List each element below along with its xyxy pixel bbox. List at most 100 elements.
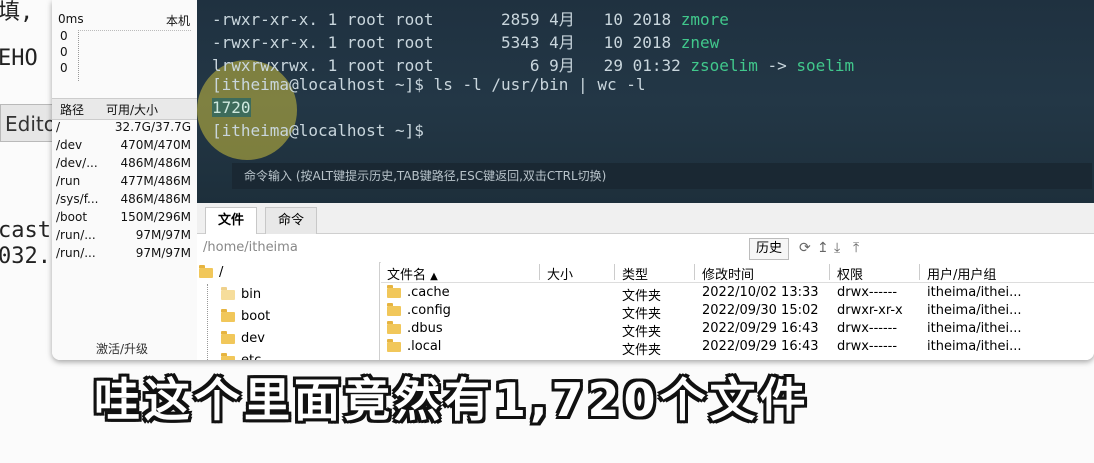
col-name[interactable]: 文件名 ▲ — [387, 264, 438, 283]
file-row[interactable]: .config 文件夹 2022/09/30 15:02 drwxr-xr-x … — [381, 302, 1094, 322]
col-divider[interactable] — [829, 264, 830, 280]
file-name: zmore — [680, 10, 729, 29]
bg-text: 填, — [0, 0, 34, 25]
terminal-prompt: [itheima@localhost ~]$ ls -l /usr/bin | … — [212, 75, 646, 94]
file-mtime: 2022/09/29 16:43 — [702, 321, 819, 336]
file-type: 文件夹 — [622, 343, 662, 358]
col-divider[interactable] — [919, 264, 920, 280]
spark-value: 0 — [60, 29, 68, 43]
bg-text: EHO — [0, 46, 38, 71]
tab-commands[interactable]: 命令 — [265, 207, 318, 234]
tree-node[interactable]: bin — [221, 286, 262, 302]
disk-row[interactable]: / 32.7G/37.7G — [52, 119, 197, 137]
host-label[interactable]: 本机 — [166, 12, 190, 29]
disk-size: 32.7G/37.7G — [114, 120, 191, 134]
file-name: znew — [680, 33, 720, 52]
path-header[interactable]: 路径 — [60, 101, 84, 118]
upload-icon[interactable]: ⤒ — [853, 240, 859, 256]
bg-text: cast — [0, 218, 51, 243]
file-name-cell: .config — [387, 302, 451, 318]
disk-size: 470M/470M — [120, 138, 191, 152]
file-mtime: 2022/09/29 16:43 — [702, 339, 819, 354]
folder-icon — [387, 284, 401, 298]
ssh-client-window: 0ms 本机 0 0 0 路径 可用/大小 /32.7G/37.7G /dev 4… — [52, 0, 1094, 360]
file-perm: drwx------ — [837, 321, 898, 336]
disk-path: /dev/... — [56, 156, 98, 170]
system-monitor-sidebar: 0ms 本机 0 0 0 路径 可用/大小 / 32.7G/37.7G /dev 4… — [52, 0, 198, 360]
file-row[interactable]: .local 文件夹 2022/09/29 16:43 drwx------ i… — [381, 338, 1094, 358]
line-text: -rwxr-xr-x. 1 root root 2859 4月 10 2018 — [212, 10, 681, 29]
bg-text: 032. — [0, 244, 51, 269]
disk-row[interactable]: /boot 150M/296M — [52, 209, 197, 227]
disk-size: 97M/97M — [135, 246, 191, 260]
disk-path: /boot — [56, 210, 88, 224]
disk-row[interactable]: /dev/... 486M/486M — [52, 155, 197, 173]
disk-path: / — [56, 120, 61, 134]
file-name: .config — [407, 303, 451, 318]
disk-path: /run/... — [56, 228, 96, 242]
folder-icon — [221, 352, 235, 360]
file-row[interactable]: .dbus 文件夹 2022/09/29 16:43 drwx------ it… — [381, 320, 1094, 340]
bottom-tabs: 文件 命令 — [197, 203, 1094, 234]
file-owner: itheima/ithei... — [927, 303, 1022, 318]
line-text: lrwxrwxrwx. 1 root root 6 9月 29 01:32 — [212, 56, 691, 75]
disk-row[interactable]: /sys/f... 486M/486M — [52, 191, 197, 209]
folder-icon — [387, 338, 401, 352]
file-perm: drwxr-xr-x — [837, 303, 903, 318]
history-button[interactable]: 历史 — [749, 238, 790, 260]
terminal-line: -rwxr-xr-x. 1 root root 2859 4月 10 2018 … — [212, 6, 729, 30]
file-list: 文件名 ▲ 大小 类型 修改时间 权限 用户/用户组 .cache 文件夹 20… — [381, 262, 1094, 360]
disk-path: /sys/f... — [56, 192, 99, 206]
tree-node-root[interactable]: / — [199, 264, 224, 280]
tree-node[interactable]: boot — [221, 308, 270, 324]
refresh-icon[interactable]: ⟳ — [799, 240, 811, 256]
editor-button[interactable]: Edito — [0, 104, 56, 142]
disk-row[interactable]: /dev 470M/470M — [52, 137, 197, 155]
file-perm: drwx------ — [837, 339, 898, 354]
terminal-pane[interactable]: -rwxr-xr-x. 1 root root 2859 4月 10 2018 … — [197, 0, 1094, 203]
tree-label: / — [219, 265, 224, 280]
disk-size: 486M/486M — [120, 192, 191, 206]
file-name: .dbus — [407, 321, 443, 336]
size-header[interactable]: 可用/大小 — [106, 101, 158, 118]
folder-icon — [221, 308, 235, 322]
tree-node[interactable]: dev — [221, 330, 265, 346]
folder-icon — [387, 320, 401, 334]
col-owner[interactable]: 用户/用户组 — [927, 264, 996, 283]
file-row[interactable]: .cache 文件夹 2022/10/02 13:33 drwx------ i… — [381, 284, 1094, 304]
download-icon[interactable]: ⤓ — [834, 240, 840, 256]
terminal-line: -rwxr-xr-x. 1 root root 5343 4月 10 2018 … — [212, 29, 719, 53]
tree-label: etc — [241, 353, 261, 360]
folder-icon — [387, 302, 401, 316]
col-perm[interactable]: 权限 — [837, 264, 863, 283]
latency-row: 0ms 本机 — [58, 12, 190, 29]
disk-path: /dev — [56, 138, 83, 152]
tree-node[interactable]: etc — [221, 352, 261, 360]
col-mtime[interactable]: 修改时间 — [702, 264, 754, 283]
disk-table-header: 路径 可用/大小 — [52, 98, 197, 120]
disk-row[interactable]: /run/... 97M/97M — [52, 227, 197, 245]
disk-row[interactable]: /run 477M/486M — [52, 173, 197, 191]
col-divider[interactable] — [539, 264, 540, 280]
col-divider[interactable] — [614, 264, 615, 280]
spark-value: 0 — [60, 61, 68, 75]
col-size[interactable]: 大小 — [547, 264, 573, 283]
line-text: -rwxr-xr-x. 1 root root 5343 4月 10 2018 — [212, 33, 681, 52]
video-subtitle: 哇这个里面竟然有1,720个文件 — [94, 373, 810, 427]
up-dir-icon[interactable]: ↥ — [817, 240, 829, 256]
col-type[interactable]: 类型 — [622, 264, 648, 283]
file-perm: drwx------ — [837, 285, 898, 300]
disk-row[interactable]: /run/... 97M/97M — [52, 245, 197, 263]
terminal-output: 1720 — [212, 98, 251, 117]
tree-connector — [207, 284, 208, 360]
tab-files[interactable]: 文件 — [205, 207, 258, 234]
path-input[interactable]: /home/itheima — [203, 240, 298, 255]
col-label: 文件名 — [387, 268, 427, 283]
command-input-bar[interactable]: 命令输入 (按ALT键提示历史,TAB键路径,ESC键返回,双击CTRL切换) — [232, 163, 1092, 189]
upgrade-link[interactable]: 激活/升级 — [96, 340, 148, 357]
col-divider[interactable] — [694, 264, 695, 280]
output-value: 1720 — [212, 98, 251, 117]
file-mtime: 2022/09/30 15:02 — [702, 303, 819, 318]
disk-path: /run/... — [56, 246, 96, 260]
tree-label: bin — [241, 287, 262, 302]
